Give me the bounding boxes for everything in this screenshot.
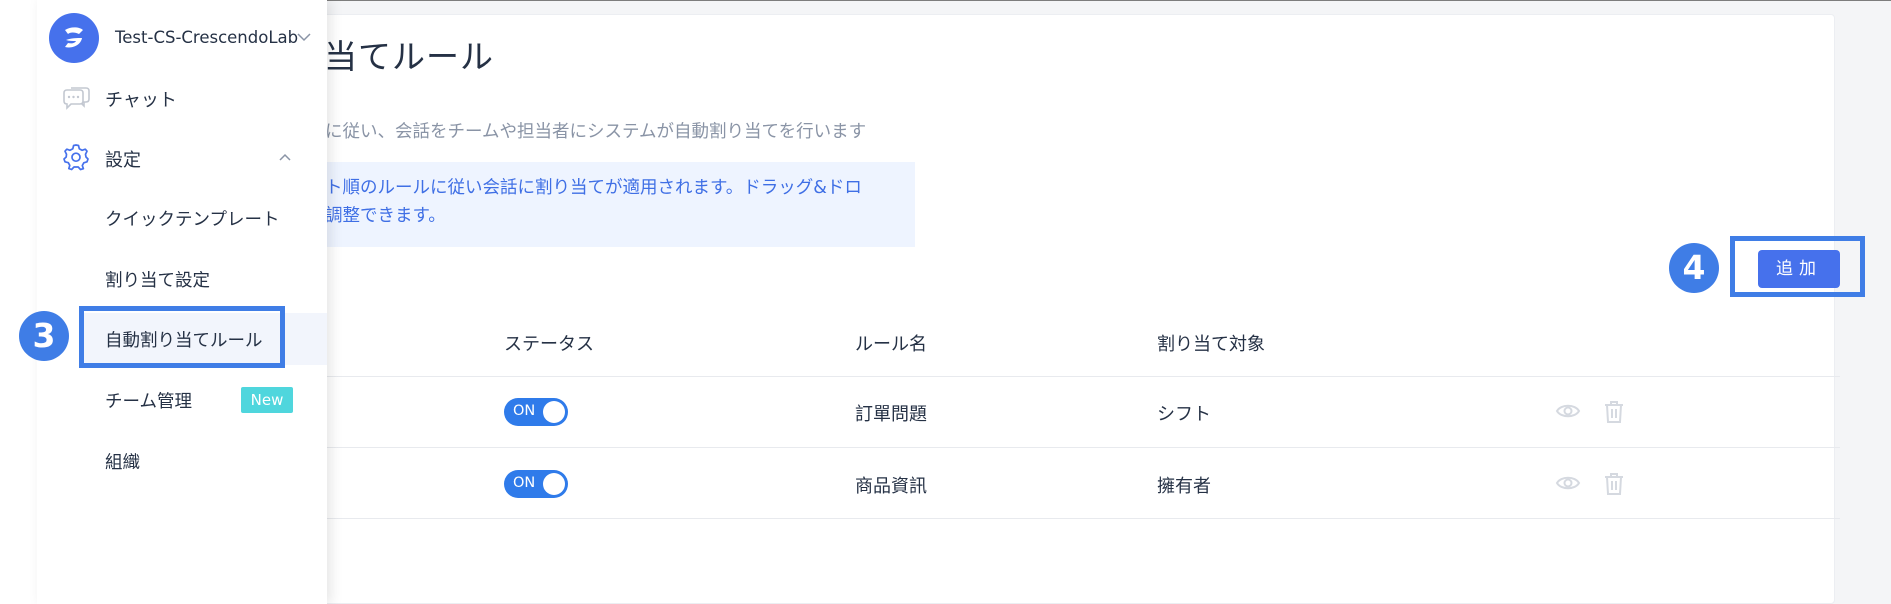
rule-name-cell: 訂單問題 bbox=[855, 404, 927, 425]
eye-icon[interactable] bbox=[1555, 398, 1581, 424]
trash-icon[interactable] bbox=[1601, 471, 1627, 497]
column-header-rule-name: ルール名 bbox=[855, 334, 927, 355]
nav-item-settings[interactable]: 設定 bbox=[105, 146, 141, 172]
status-toggle[interactable]: ON bbox=[504, 470, 568, 498]
target-cell: シフト bbox=[1157, 404, 1211, 425]
sidebar-item-organization[interactable]: 組織 bbox=[105, 449, 140, 474]
column-header-status: ステータス bbox=[504, 334, 594, 355]
chat-icon bbox=[63, 87, 90, 110]
row-divider bbox=[272, 518, 1840, 519]
toggle-knob bbox=[543, 401, 565, 423]
nav-item-chat[interactable]: チャット bbox=[105, 86, 177, 112]
toggle-knob bbox=[543, 473, 565, 495]
target-cell: 擁有者 bbox=[1157, 476, 1211, 497]
toggle-label: ON bbox=[513, 475, 536, 491]
eye-icon[interactable] bbox=[1555, 470, 1581, 496]
step-badge-4: 4 bbox=[1669, 243, 1719, 293]
active-item-highlight bbox=[79, 306, 285, 368]
new-badge: New bbox=[241, 387, 293, 413]
status-toggle[interactable]: ON bbox=[504, 398, 568, 426]
chevron-down-icon[interactable] bbox=[295, 30, 313, 44]
add-button[interactable]: 追加 bbox=[1758, 250, 1840, 288]
step-badge-3: 3 bbox=[19, 311, 69, 361]
org-name[interactable]: Test-CS-CrescendoLab bbox=[115, 28, 298, 47]
rule-name-cell: 商品資訊 bbox=[855, 476, 927, 497]
sidebar: Test-CS-CrescendoLab チャット 設定 クイックテンプレート … bbox=[37, 0, 327, 604]
org-avatar[interactable] bbox=[49, 13, 99, 63]
chevron-up-icon[interactable] bbox=[277, 150, 293, 164]
info-text-line1: リスト順のルールに従い会話に割り当てが適用されます。ドラッグ&ドロ bbox=[290, 178, 862, 198]
info-box: リスト順のルールに従い会話に割り当てが適用されます。ドラッグ&ドロ 位を調整でき… bbox=[272, 162, 915, 247]
gear-icon bbox=[63, 144, 89, 171]
trash-icon[interactable] bbox=[1601, 399, 1627, 425]
column-header-target: 割り当て対象 bbox=[1157, 334, 1265, 355]
row-divider bbox=[272, 376, 1840, 377]
row-divider bbox=[272, 447, 1840, 448]
sidebar-item-assignment-settings[interactable]: 割り当て設定 bbox=[105, 267, 210, 292]
sidebar-item-quick-template[interactable]: クイックテンプレート bbox=[105, 206, 279, 231]
sidebar-item-team-management[interactable]: チーム管理 bbox=[105, 388, 192, 413]
toggle-label: ON bbox=[513, 403, 536, 419]
page-description: ールに従い、会話をチームや担当者にシステムが自動割り当てを行います bbox=[290, 122, 867, 142]
logo-icon bbox=[65, 27, 83, 48]
